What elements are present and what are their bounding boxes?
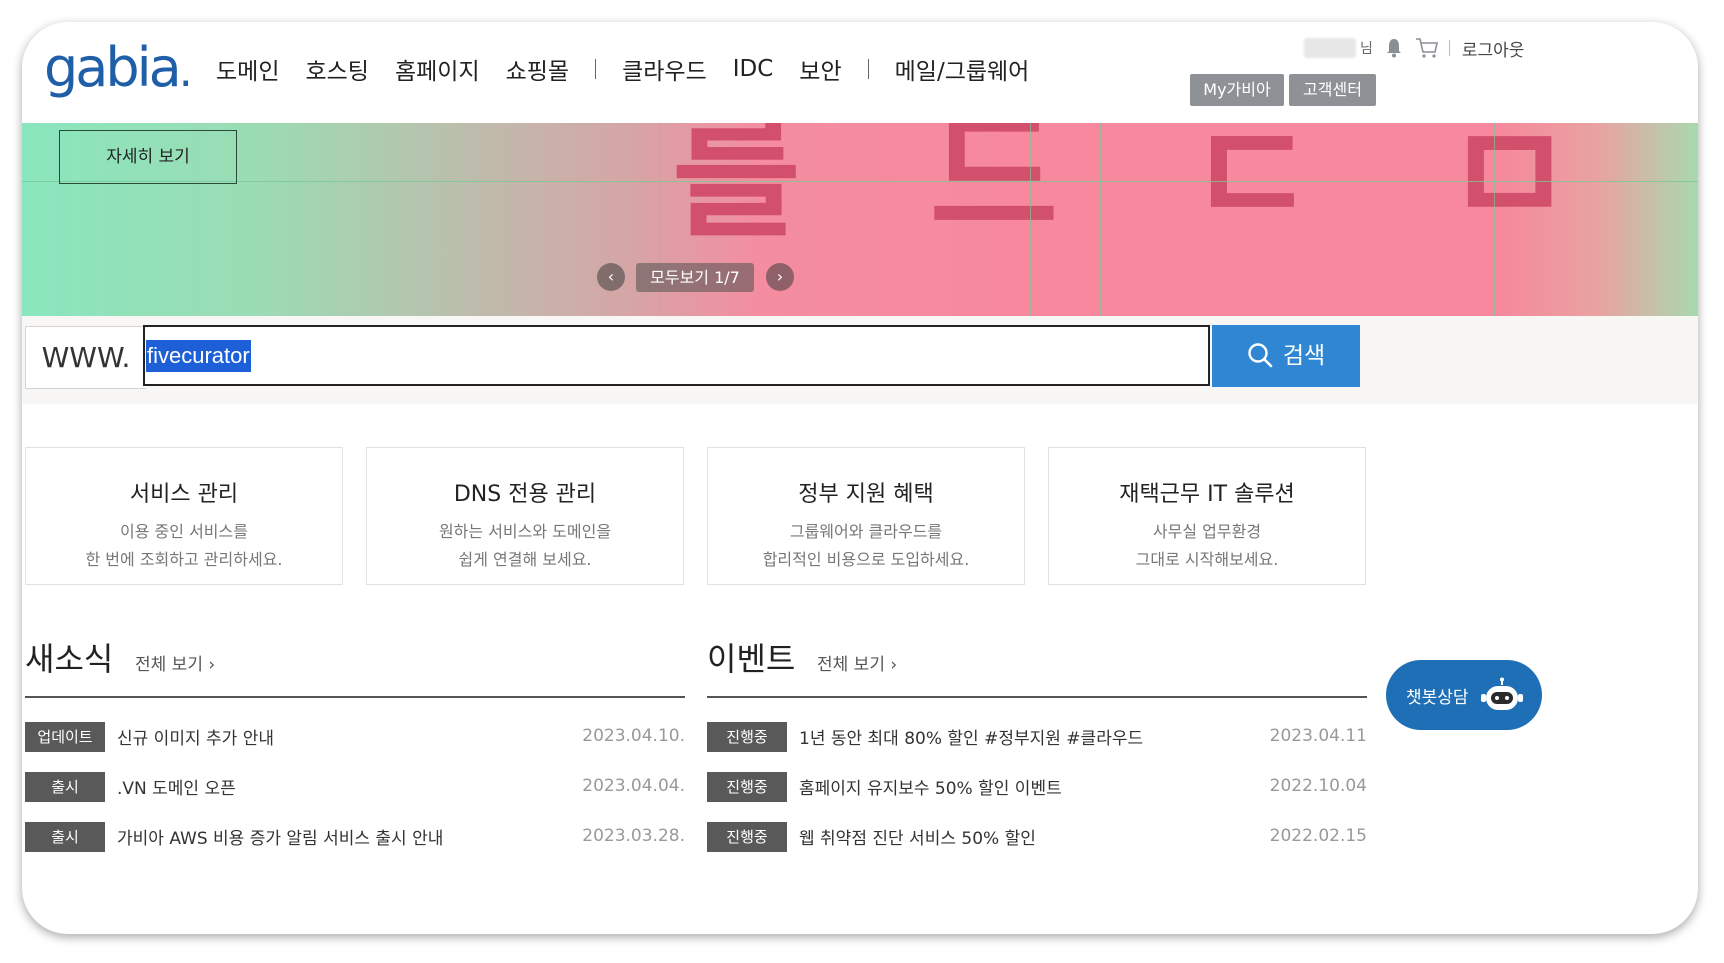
event-text[interactable]: 웹 취약점 진단 서비스 50% 할인 xyxy=(799,824,1036,849)
event-text[interactable]: 홈페이지 유지보수 50% 할인 이벤트 xyxy=(799,774,1062,799)
events-more-link[interactable]: 전체 보기 › xyxy=(817,650,897,675)
card-desc-line: 쉽게 연결해 보세요. xyxy=(458,550,592,569)
banner-guide-line xyxy=(1494,123,1495,316)
banner-guide-line xyxy=(1030,123,1031,316)
logo-text: gabia xyxy=(44,36,182,99)
www-prefix: WWW. xyxy=(25,326,146,389)
card-title: 서비스 관리 xyxy=(129,482,239,507)
user-suffix: 님 xyxy=(1360,41,1373,57)
search-button-label: 검색 xyxy=(1282,343,1326,369)
chatbot-label: 챗봇상담 xyxy=(1406,688,1469,708)
card-desc-line: 합리적인 비용으로 도입하세요. xyxy=(762,550,970,569)
nav-shoppingmall[interactable]: 쇼핑몰 xyxy=(506,52,569,86)
nav-divider xyxy=(595,59,597,79)
event-text[interactable]: 1년 동안 최대 80% 할인 #정부지원 #클라우드 xyxy=(799,724,1143,749)
chevron-left-icon[interactable]: ‹ xyxy=(597,263,625,291)
nav-divider xyxy=(867,59,869,79)
gabia-logo[interactable]: gabia. xyxy=(44,36,194,106)
card-desc-line: 한 번에 조회하고 관리하세요. xyxy=(85,550,283,569)
card-desc-line: 원하는 서비스와 도메인을 xyxy=(438,522,612,541)
promo-banner[interactable]: 를 드 ㄷ ㅁ 자세히 보기 ‹ 모두보기 1/7 › xyxy=(22,123,1698,316)
util-divider xyxy=(1448,40,1450,56)
card-desc-line: 사무실 업무환경 xyxy=(1152,522,1262,541)
nav-mail-groupware[interactable]: 메일/그룹웨어 xyxy=(895,52,1030,86)
event-date: 2023.04.11 xyxy=(1269,726,1367,746)
nav-idc[interactable]: IDC xyxy=(733,56,774,82)
browser-window: gabia. 도메인 호스팅 홈페이지 쇼핑몰 클라우드 IDC 보안 메일/그… xyxy=(22,22,1698,934)
news-row[interactable]: 출시 .VN 도메인 오픈 2023.04.04. xyxy=(25,772,685,802)
news-badge: 출시 xyxy=(25,822,105,852)
event-badge: 진행중 xyxy=(707,722,787,752)
header: gabia. 도메인 호스팅 홈페이지 쇼핑몰 클라우드 IDC 보안 메일/그… xyxy=(22,22,1698,123)
card-desc: 원하는 서비스와 도메인을 쉽게 연결해 보세요. xyxy=(367,518,683,574)
user-name-redacted xyxy=(1304,38,1356,58)
card-desc: 그룹웨어와 클라우드를 합리적인 비용으로 도입하세요. xyxy=(708,518,1024,574)
event-date: 2022.02.15 xyxy=(1269,826,1367,846)
news-date: 2023.04.04. xyxy=(582,776,685,796)
news-row[interactable]: 업데이트 신규 이미지 추가 안내 2023.04.10. xyxy=(25,722,685,752)
card-government-support[interactable]: 정부 지원 혜택 그룹웨어와 클라우드를 합리적인 비용으로 도입하세요. xyxy=(707,447,1025,585)
cart-icon[interactable] xyxy=(1415,37,1439,59)
nav-cloud[interactable]: 클라우드 xyxy=(622,52,707,86)
search-icon xyxy=(1248,342,1273,367)
domain-search-input[interactable]: fivecurator xyxy=(143,325,1210,386)
chevron-right-icon[interactable]: › xyxy=(766,263,794,291)
news-text[interactable]: 신규 이미지 추가 안내 xyxy=(117,724,274,749)
nav-hosting[interactable]: 호스팅 xyxy=(305,52,368,86)
utility-menu: 님 로그아웃 xyxy=(1304,32,1524,64)
banner-guide-line xyxy=(1100,123,1101,316)
event-badge: 진행중 xyxy=(707,772,787,802)
card-desc-line: 그대로 시작해보세요. xyxy=(1135,550,1279,569)
banner-detail-button[interactable]: 자세히 보기 xyxy=(59,130,237,184)
nav-domain[interactable]: 도메인 xyxy=(216,52,279,86)
events-title: 이벤트 xyxy=(707,640,796,678)
news-divider xyxy=(25,696,685,698)
logo-dot: . xyxy=(178,46,193,97)
news-badge: 업데이트 xyxy=(25,722,105,752)
card-desc: 사무실 업무환경 그대로 시작해보세요. xyxy=(1049,518,1365,574)
event-date: 2022.10.04 xyxy=(1269,776,1367,796)
main-nav: 도메인 호스팅 홈페이지 쇼핑몰 클라우드 IDC 보안 메일/그룹웨어 xyxy=(216,52,1055,86)
domain-input-value[interactable]: fivecurator xyxy=(146,340,251,372)
event-badge: 진행중 xyxy=(707,822,787,852)
bell-icon[interactable] xyxy=(1385,38,1403,58)
nav-security[interactable]: 보안 xyxy=(799,52,841,86)
customer-center-button[interactable]: 고객센터 xyxy=(1289,74,1376,106)
card-desc-line: 이용 중인 서비스를 xyxy=(120,522,248,541)
card-title: 재택근무 IT 솔루션 xyxy=(1119,482,1295,507)
events-divider xyxy=(707,696,1367,698)
domain-search-area: WWW. fivecurator 검색 xyxy=(22,316,1698,404)
news-text[interactable]: 가비아 AWS 비용 증가 알림 서비스 출시 안내 xyxy=(117,824,443,849)
nav-homepage[interactable]: 홈페이지 xyxy=(395,52,480,86)
card-remote-work[interactable]: 재택근무 IT 솔루션 사무실 업무환경 그대로 시작해보세요. xyxy=(1048,447,1366,585)
chatbot-button[interactable]: 챗봇상담 xyxy=(1386,660,1542,730)
card-dns-management[interactable]: DNS 전용 관리 원하는 서비스와 도메인을 쉽게 연결해 보세요. xyxy=(366,447,684,585)
news-text[interactable]: .VN 도메인 오픈 xyxy=(117,774,236,799)
event-row[interactable]: 진행중 홈페이지 유지보수 50% 할인 이벤트 2022.10.04 xyxy=(707,772,1367,802)
card-title: 정부 지원 혜택 xyxy=(798,482,934,507)
my-gabia-button[interactable]: My가비아 xyxy=(1190,74,1284,106)
card-title: DNS 전용 관리 xyxy=(453,482,597,507)
robot-icon xyxy=(1481,677,1523,710)
banner-decor-glyph: 를 드 ㄷ ㅁ xyxy=(672,123,1614,258)
event-row[interactable]: 진행중 웹 취약점 진단 서비스 50% 할인 2022.02.15 xyxy=(707,822,1367,852)
news-row[interactable]: 출시 가비아 AWS 비용 증가 알림 서비스 출시 안내 2023.03.28… xyxy=(25,822,685,852)
logout-link[interactable]: 로그아웃 xyxy=(1462,36,1525,61)
search-button[interactable]: 검색 xyxy=(1212,325,1360,387)
news-more-link[interactable]: 전체 보기 › xyxy=(135,650,215,675)
event-row[interactable]: 진행중 1년 동안 최대 80% 할인 #정부지원 #클라우드 2023.04.… xyxy=(707,722,1367,752)
card-desc-line: 그룹웨어와 클라우드를 xyxy=(789,522,943,541)
news-badge: 출시 xyxy=(25,772,105,802)
banner-guide-line xyxy=(22,181,1698,182)
banner-counter[interactable]: 모두보기 1/7 xyxy=(636,263,754,292)
news-title: 새소식 xyxy=(25,640,114,678)
news-date: 2023.04.10. xyxy=(582,726,685,746)
news-date: 2023.03.28. xyxy=(582,826,685,846)
card-desc: 이용 중인 서비스를 한 번에 조회하고 관리하세요. xyxy=(26,518,342,574)
card-service-management[interactable]: 서비스 관리 이용 중인 서비스를 한 번에 조회하고 관리하세요. xyxy=(25,447,343,585)
